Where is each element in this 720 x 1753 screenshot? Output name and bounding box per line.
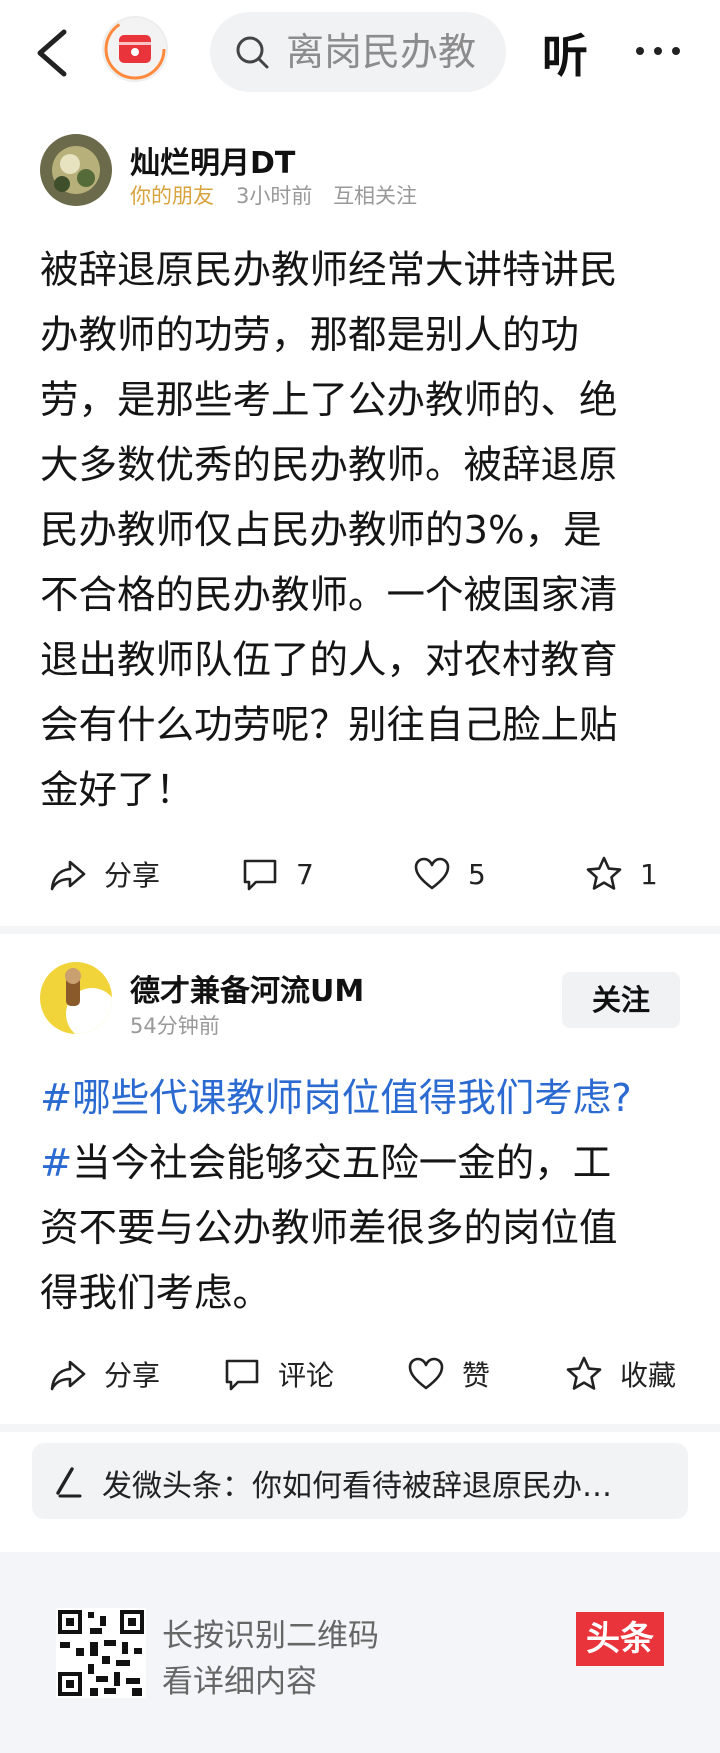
post-actions: 分享 评论 赞 收藏 [0,1344,720,1404]
comment-button[interactable]: 7 [240,844,314,904]
search-input[interactable]: 离岗民办教 [286,30,486,74]
post-line: 办教师的功劳，那都是别人的功 [40,313,580,358]
favorite-count: 1 [640,857,658,891]
heart-icon [414,857,450,890]
post-line: 大多数优秀的民办教师。被辞退原 [40,443,618,488]
qr-code-icon[interactable] [56,1608,146,1698]
favorite-button[interactable]: 1 [584,844,658,904]
like-button[interactable]: 5 [412,844,486,904]
favorite-button[interactable]: 收藏 [564,1344,676,1404]
toutiao-logo: 头条 [576,1612,664,1666]
share-label: 分享 [104,859,161,892]
divider [0,1424,720,1432]
post-meta: 你的朋友 3小时前 互相关注 [130,180,417,210]
app-logo-icon[interactable] [102,16,168,82]
post-line: 得我们考虑。 [40,1271,272,1316]
share-button[interactable]: 分享 [48,1344,160,1404]
top-bar: 离岗民办教 听 [0,0,720,104]
post-line: 金好了！ [40,768,195,813]
hashtag-link[interactable]: #哪些代课教师岗位值得我们考虑? [40,1076,632,1121]
star-icon [586,856,622,890]
relation-tag: 互相关注 [333,184,418,208]
search-icon [236,36,269,69]
hashtag-line: #哪些代课教师岗位值得我们考虑? [40,1066,680,1131]
star-icon [566,1356,602,1390]
post-line: 民办教师仅占民办教师的3%，是 [40,508,602,553]
post-line: 被辞退原民办教师经常大讲特讲民 [40,248,618,293]
like-count: 5 [468,857,486,891]
qr-footer: 长按识别二维码 看详细内容 头条 [0,1552,720,1753]
post-composer[interactable]: 发微头条：你如何看待被辞退原民办… [32,1443,688,1519]
like-label: 赞 [462,1359,491,1392]
comment-button[interactable]: 评论 [222,1344,334,1404]
like-button[interactable]: 赞 [406,1344,490,1404]
favorite-label: 收藏 [620,1359,677,1392]
share-icon [50,860,86,891]
more-icon[interactable] [632,34,684,68]
avatar[interactable] [40,134,112,206]
comment-icon [225,1359,259,1391]
post-line: 资不要与公办教师差很多的岗位值 [40,1206,618,1251]
search-box[interactable]: 离岗民办教 [210,12,506,92]
post-line: 会有什么功劳呢？别往自己脸上贴 [40,703,618,748]
post-body[interactable]: #哪些代课教师岗位值得我们考虑? #当今社会能够交五险一金的，工 资不要与公办教… [40,1066,680,1326]
post-line: 不合格的民办教师。一个被国家清 [40,573,618,618]
post-time: 54分钟前 [130,1014,220,1038]
post-line-text: 当今社会能够交五险一金的，工 [72,1141,612,1186]
qr-hint-line1: 长按识别二维码 [162,1618,379,1654]
author-name[interactable]: 德才兼备河流UM [130,966,364,1010]
comment-icon [243,859,277,891]
divider [0,926,720,934]
share-label: 分享 [104,1359,161,1392]
composer-prompt: 发微头条：你如何看待被辞退原民办… [102,1469,612,1504]
share-icon [50,1360,86,1391]
qr-hint-line2: 看详细内容 [162,1664,317,1700]
comment-count: 7 [296,857,314,891]
listen-button[interactable]: 听 [542,20,588,86]
share-button[interactable]: 分享 [48,844,160,904]
heart-icon [408,1357,444,1390]
post-actions: 分享 7 5 1 [0,844,720,904]
pen-icon [56,1467,82,1498]
author-name[interactable]: 灿烂明月DT [130,138,295,182]
post-body[interactable]: 被辞退原民办教师经常大讲特讲民 办教师的功劳，那都是别人的功 劳，是那些考上了公… [40,238,680,823]
post-line: 退出教师队伍了的人，对农村教育 [40,638,618,683]
post-line: 劳，是那些考上了公办教师的、绝 [40,378,618,423]
hashtag-link-end[interactable]: # [40,1141,72,1186]
friend-tag: 你的朋友 [130,184,214,208]
back-arrow-icon[interactable] [30,28,74,78]
post-time: 3小时前 [236,184,313,208]
follow-button[interactable]: 关注 [562,972,680,1028]
avatar[interactable] [40,962,112,1034]
post-line: #当今社会能够交五险一金的，工 [40,1131,680,1196]
comment-label: 评论 [278,1359,335,1392]
